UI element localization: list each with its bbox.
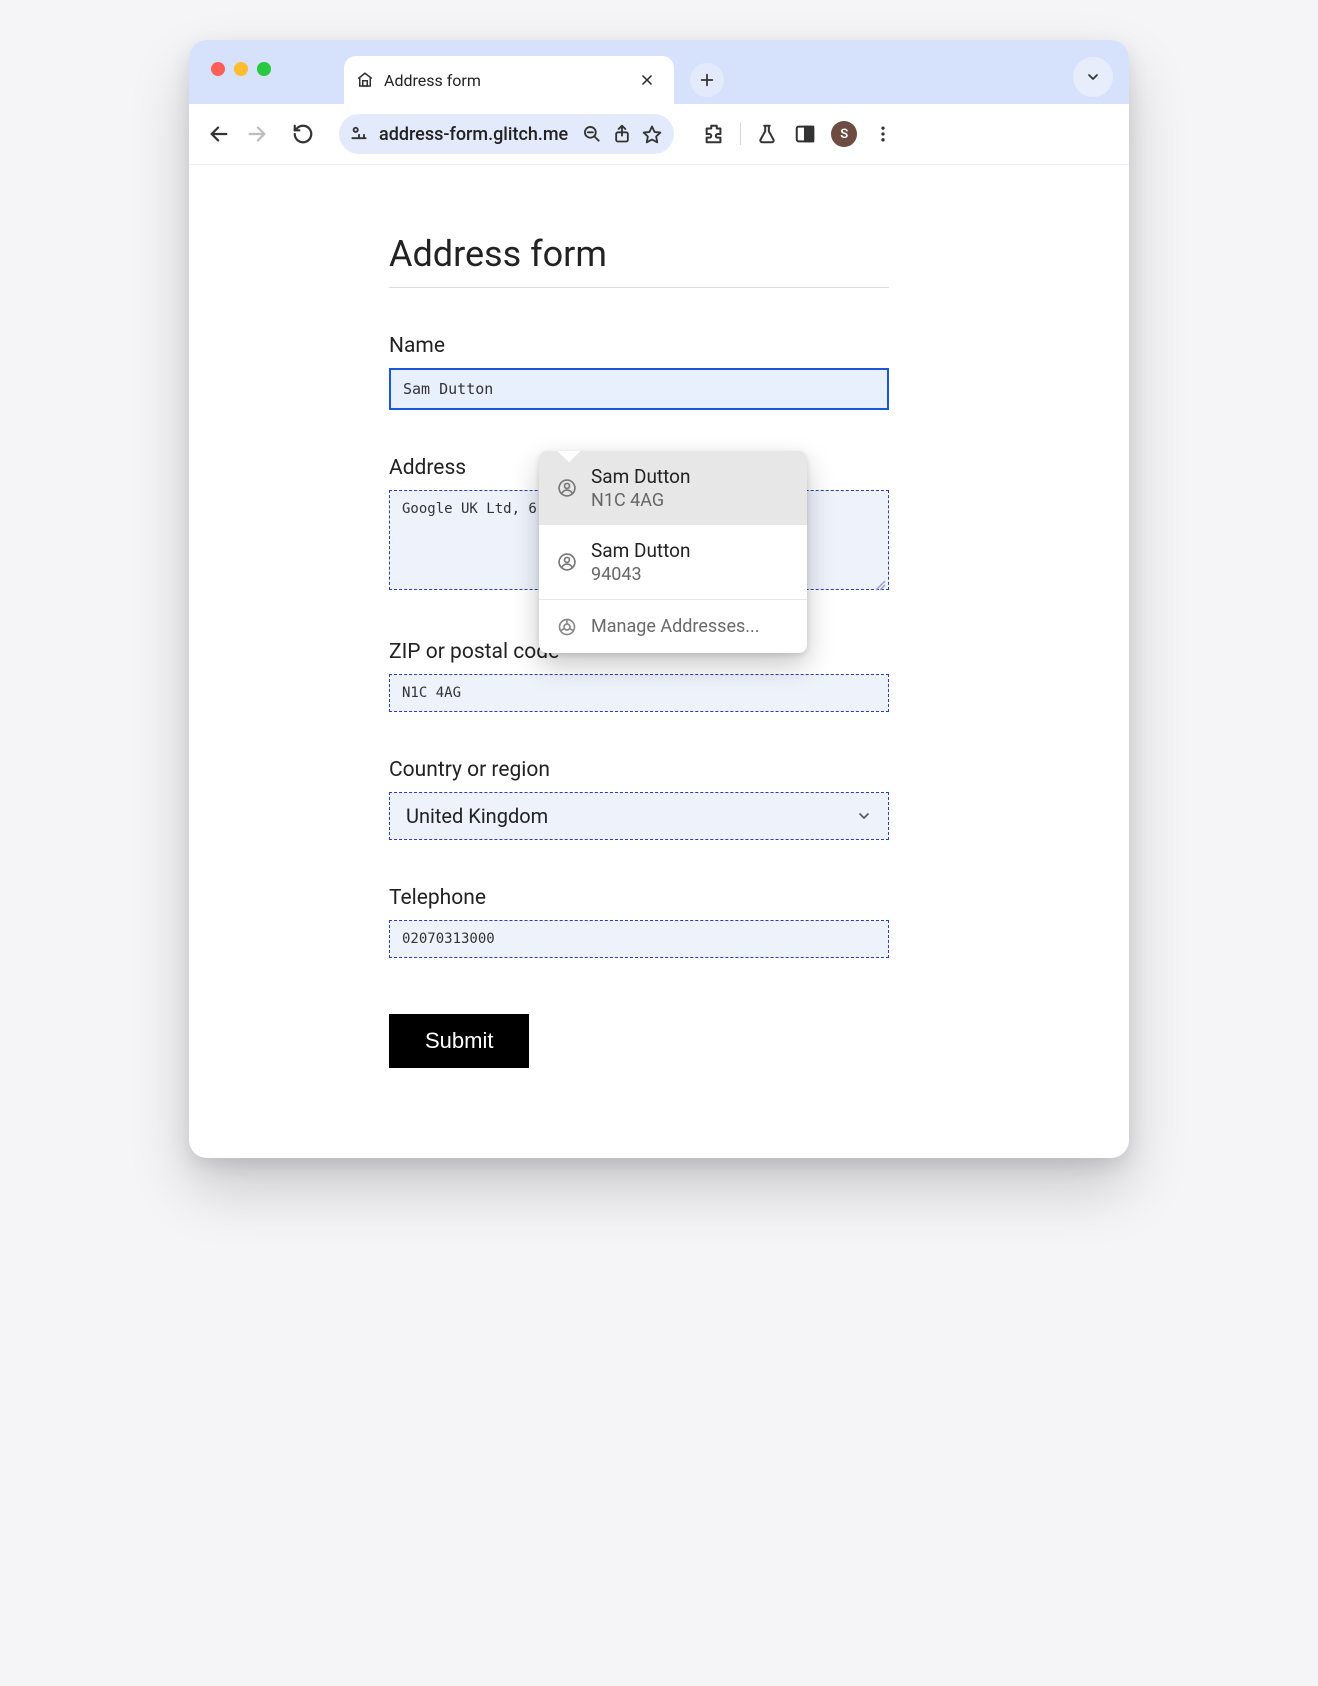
address-bar[interactable]: address-form.glitch.me [339,114,674,154]
extensions-icon[interactable] [702,122,726,146]
site-settings-icon[interactable] [349,124,369,144]
tab-close-button[interactable] [634,69,660,91]
page-title: Address form [389,233,889,288]
autofill-primary: Sam Dutton [591,539,691,562]
field-telephone: Telephone [389,886,889,958]
manage-addresses-label: Manage Addresses... [591,616,760,637]
kebab-menu-icon[interactable] [871,122,895,146]
bookmark-star-icon[interactable] [642,124,662,144]
window-zoom-button[interactable] [257,62,271,76]
tab-title: Address form [384,71,624,90]
resize-grip-icon[interactable] [874,579,886,591]
autofill-secondary: 94043 [591,564,691,585]
telephone-input[interactable] [389,920,889,958]
field-name: Name [389,334,889,410]
avatar-initial: S [840,127,848,142]
browser-tab[interactable]: Address form [344,56,674,104]
url-text: address-form.glitch.me [379,124,568,145]
browser-toolbar: address-form.glitch.me S [189,104,1129,164]
tab-overflow-button[interactable] [1073,57,1113,97]
back-button[interactable] [207,122,231,146]
chevron-down-icon [856,808,872,824]
address-form-favicon-icon [356,71,374,89]
submit-button[interactable]: Submit [389,1014,529,1068]
share-icon[interactable] [612,124,632,144]
window-close-button[interactable] [211,62,225,76]
browser-window: Address form address-for [189,40,1129,1158]
name-input[interactable] [389,368,889,410]
labs-icon[interactable] [755,122,779,146]
label-name: Name [389,334,889,358]
reload-button[interactable] [291,122,315,146]
country-value: United Kingdom [406,804,548,828]
autofill-dropdown: Sam Dutton N1C 4AG Sam Dutton 94043 [539,451,807,653]
person-icon [557,478,577,498]
chrome-icon [557,617,577,637]
tab-strip: Address form [189,40,1129,104]
person-icon [557,552,577,572]
autofill-secondary: N1C 4AG [591,490,691,511]
profile-avatar[interactable]: S [831,121,857,147]
autofill-suggestion[interactable]: Sam Dutton N1C 4AG [539,451,807,525]
country-select[interactable]: United Kingdom [389,792,889,840]
window-minimize-button[interactable] [234,62,248,76]
manage-addresses-button[interactable]: Manage Addresses... [539,600,807,653]
autofill-suggestion[interactable]: Sam Dutton 94043 [539,525,807,599]
label-telephone: Telephone [389,886,889,910]
field-country: Country or region United Kingdom [389,758,889,840]
page-content: Address form Name Address ZIP or postal … [189,164,1129,1158]
address-form: Address form Name Address ZIP or postal … [389,233,889,1068]
side-panel-icon[interactable] [793,122,817,146]
toolbar-divider [740,123,741,145]
forward-button[interactable] [245,122,269,146]
autofill-primary: Sam Dutton [591,465,691,488]
zoom-icon[interactable] [582,124,602,144]
new-tab-button[interactable] [690,63,724,97]
zip-input[interactable] [389,674,889,712]
label-country: Country or region [389,758,889,782]
window-controls [211,62,271,76]
